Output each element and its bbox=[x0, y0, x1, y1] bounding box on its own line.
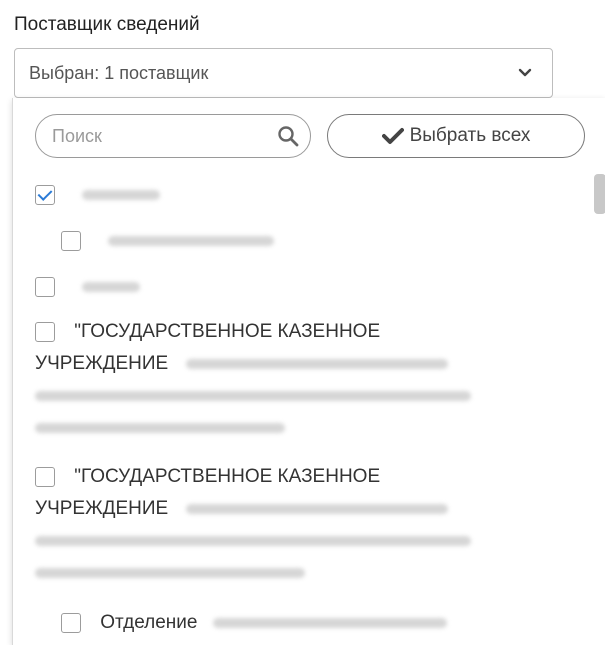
provider-select[interactable]: Выбран: 1 поставщик bbox=[14, 48, 553, 98]
list-item[interactable] bbox=[35, 182, 161, 208]
redacted-text bbox=[82, 281, 141, 292]
redacted-text bbox=[82, 189, 161, 200]
search-box[interactable] bbox=[35, 114, 311, 158]
redacted-text bbox=[212, 617, 447, 628]
provider-select-value: Выбран: 1 поставщик bbox=[29, 62, 209, 83]
provider-dropdown: Выбрать всех "ГОСУДАРСТВЕННОЕ КАЗЕННОЕ У… bbox=[12, 98, 605, 645]
search-icon[interactable] bbox=[276, 124, 300, 148]
item-checkbox[interactable] bbox=[35, 276, 55, 297]
list-item[interactable] bbox=[61, 228, 275, 254]
item-label: Отделение bbox=[100, 612, 198, 633]
item-label: "ГОСУДАРСТВЕННОЕ КАЗЕННОЕ bbox=[74, 321, 381, 342]
item-label: УЧРЕЖДЕНИЕ bbox=[35, 498, 169, 519]
select-all-label: Выбрать всех bbox=[409, 125, 531, 146]
redacted-text bbox=[35, 390, 471, 401]
search-input[interactable] bbox=[50, 124, 254, 148]
item-checkbox[interactable] bbox=[35, 321, 55, 342]
list-item[interactable]: "ГОСУДАРСТВЕННОЕ КАЗЕННОЕ УЧРЕЖДЕНИЕ bbox=[35, 464, 555, 586]
list-item[interactable]: Отделение bbox=[61, 610, 447, 636]
redacted-text bbox=[35, 535, 471, 546]
redacted-text bbox=[35, 422, 285, 433]
redacted-text bbox=[108, 235, 275, 246]
redacted-text bbox=[185, 358, 448, 369]
provider-field-label: Поставщик сведений bbox=[14, 14, 200, 35]
scrollbar-thumb[interactable] bbox=[594, 174, 605, 214]
list-item[interactable]: "ГОСУДАРСТВЕННОЕ КАЗЕННОЕ УЧРЕЖДЕНИЕ bbox=[35, 319, 555, 441]
checkmark-icon bbox=[381, 128, 404, 144]
item-label: "ГОСУДАРСТВЕННОЕ КАЗЕННОЕ bbox=[74, 466, 381, 487]
chevron-down-icon bbox=[518, 68, 532, 77]
item-checkbox[interactable] bbox=[35, 184, 55, 205]
item-label: УЧРЕЖДЕНИЕ bbox=[35, 353, 169, 374]
item-checkbox[interactable] bbox=[61, 230, 81, 251]
item-checkbox[interactable] bbox=[35, 466, 55, 487]
item-checkbox[interactable] bbox=[61, 612, 81, 633]
redacted-text bbox=[185, 503, 448, 514]
redacted-text bbox=[35, 567, 305, 578]
list-item[interactable] bbox=[35, 274, 141, 300]
select-all-button[interactable]: Выбрать всех bbox=[327, 114, 585, 158]
